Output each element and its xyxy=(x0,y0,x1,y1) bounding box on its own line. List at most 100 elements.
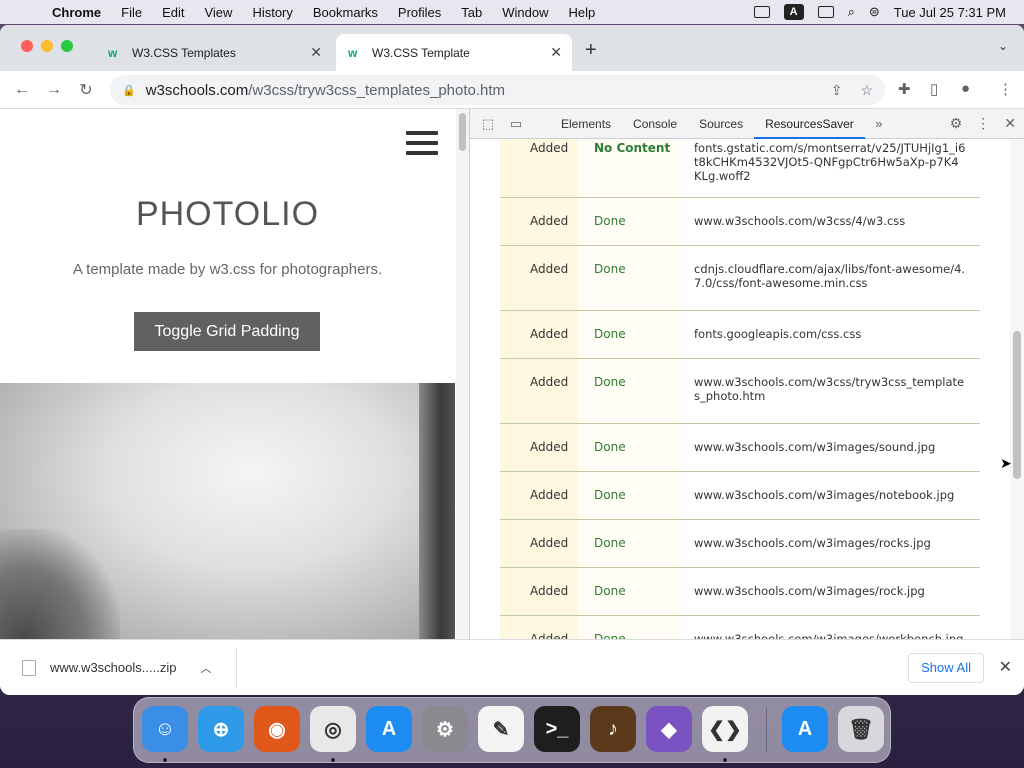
reload-icon[interactable]: ↻ xyxy=(70,80,102,100)
download-options-chevron-icon[interactable]: ︿ xyxy=(200,660,211,676)
chrome-icon[interactable]: ◎ xyxy=(310,706,356,752)
devtools-settings-gear-icon[interactable]: ⚙ xyxy=(950,115,963,132)
devtools-tab-sources[interactable]: Sources xyxy=(688,109,754,139)
resource-status: Done xyxy=(578,197,682,246)
devtools-tab-resourcessaver[interactable]: ResourcesSaver xyxy=(754,109,865,139)
tab-close-icon[interactable]: ✕ xyxy=(550,44,562,61)
devtools-scrollbar-thumb[interactable] xyxy=(1013,331,1021,479)
zip-file-icon[interactable] xyxy=(22,659,36,676)
vscode-icon[interactable]: ❮❯ xyxy=(702,706,748,752)
resource-action: Added xyxy=(500,245,578,311)
menu-file[interactable]: File xyxy=(111,5,152,20)
tab-w3css-template[interactable]: w W3.CSS Template ✕ xyxy=(336,34,572,71)
resource-url[interactable]: www.w3schools.com/w3images/workbench.jpg xyxy=(682,615,980,639)
resource-status: Done xyxy=(578,245,682,311)
input-source-icon[interactable]: A xyxy=(783,4,804,20)
resource-url[interactable]: www.w3schools.com/w3images/rock.jpg xyxy=(682,567,980,616)
resource-row[interactable]: Added Done www.w3schools.com/w3images/work… xyxy=(500,615,980,639)
show-all-button[interactable]: Show All xyxy=(908,653,984,683)
toggle-grid-padding-button[interactable]: Toggle Grid Padding xyxy=(134,312,320,351)
devtools-tab-console[interactable]: Console xyxy=(622,109,688,139)
textedit-icon[interactable]: ✎ xyxy=(478,706,524,752)
resource-row[interactable]: Added Done www.w3schools.com/w3images/note… xyxy=(500,471,980,520)
running-indicator xyxy=(723,758,727,762)
menu-help[interactable]: Help xyxy=(559,5,606,20)
tab-label: W3.CSS Template xyxy=(372,45,470,60)
resource-url[interactable]: cdnjs.cloudflare.com/ajax/libs/font-awes… xyxy=(682,245,980,311)
forward-arrow-icon[interactable]: → xyxy=(38,81,70,99)
resource-row[interactable]: Added Done www.w3schools.com/w3images/rock… xyxy=(500,567,980,616)
resource-url[interactable]: fonts.gstatic.com/s/montserrat/v25/JTUHj… xyxy=(682,139,980,198)
page-scrollbar-thumb[interactable] xyxy=(459,113,466,151)
more-tabs-chevron-icon[interactable]: » xyxy=(865,116,893,131)
resource-row[interactable]: Added Done fonts.googleapis.com/css.css xyxy=(500,310,980,359)
share-icon[interactable]: ⇪ xyxy=(831,82,843,99)
resource-row[interactable]: Added Done www.w3schools.com/w3css/4/w3.cs… xyxy=(500,197,980,246)
devtools-tab-elements[interactable]: Elements xyxy=(550,109,622,139)
menu-tab[interactable]: Tab xyxy=(451,5,492,20)
resource-row[interactable]: Added Done www.w3schools.com/w3images/rock… xyxy=(500,519,980,568)
resource-url[interactable]: www.w3schools.com/w3images/sound.jpg xyxy=(682,423,980,472)
menu-view[interactable]: View xyxy=(194,5,242,20)
devtools-more-icon[interactable]: ⋮ xyxy=(976,115,990,132)
close-window-button[interactable] xyxy=(21,40,33,52)
resource-url[interactable]: www.w3schools.com/w3images/rocks.jpg xyxy=(682,519,980,568)
menu-bookmarks[interactable]: Bookmarks xyxy=(303,5,388,20)
resource-row[interactable]: Added Done www.w3schools.com/w3css/tryw3cs… xyxy=(500,358,980,424)
page-title: PHOTOLIO xyxy=(135,195,320,233)
control-center-icon[interactable]: ⊜ xyxy=(869,4,880,20)
menu-edit[interactable]: Edit xyxy=(152,5,194,20)
menu-profiles[interactable]: Profiles xyxy=(388,5,451,20)
download-divider xyxy=(236,648,237,688)
tab-w3css-templates[interactable]: w W3.CSS Templates ✕ xyxy=(96,34,332,71)
resource-row[interactable]: Added Done cdnjs.cloudflare.com/ajax/libs/… xyxy=(500,245,980,311)
terminal-icon[interactable]: >_ xyxy=(534,706,580,752)
device-toolbar-icon[interactable]: ▭ xyxy=(502,116,530,132)
menu-app-name[interactable]: Chrome xyxy=(40,5,111,20)
menu-clock[interactable]: Tue Jul 25 7:31 PM xyxy=(894,5,1006,20)
resource-row[interactable]: Added No Content fonts.gstatic.com/s/monts… xyxy=(500,139,980,198)
menu-history[interactable]: History xyxy=(242,5,302,20)
lock-icon[interactable]: 🔒 xyxy=(122,84,136,97)
devtools-close-icon[interactable]: ✕ xyxy=(1004,115,1016,132)
system-preferences-icon[interactable]: ⚙ xyxy=(422,706,468,752)
sidebar-toggle-icon[interactable] xyxy=(753,6,770,18)
download-bar-close-icon[interactable]: ✕ xyxy=(999,657,1012,677)
resource-url[interactable]: fonts.googleapis.com/css.css xyxy=(682,310,980,359)
app-store-icon[interactable]: A xyxy=(366,706,412,752)
resource-action: Added xyxy=(500,519,578,568)
menu-window[interactable]: Window xyxy=(492,5,558,20)
extensions-puzzle-icon[interactable]: ✚ xyxy=(898,80,911,98)
tab-close-icon[interactable]: ✕ xyxy=(310,44,322,61)
address-bar[interactable]: 🔒 w3schools.com/w3css/tryw3css_templates… xyxy=(110,75,885,105)
bookmark-star-icon[interactable]: ☆ xyxy=(860,82,873,99)
resource-action: Added xyxy=(500,615,578,639)
firefox-icon[interactable]: ◉ xyxy=(254,706,300,752)
minimize-window-button[interactable] xyxy=(41,40,53,52)
chrome-menu-icon[interactable]: ⋮ xyxy=(998,80,1013,98)
inspect-element-icon[interactable]: ⬚ xyxy=(474,116,502,132)
back-arrow-icon[interactable]: ← xyxy=(6,81,38,99)
devtools-scrollbar[interactable] xyxy=(1010,139,1024,639)
resource-url[interactable]: www.w3schools.com/w3images/notebook.jpg xyxy=(682,471,980,520)
download-filename[interactable]: www.w3schools.....zip xyxy=(50,660,176,675)
page-scrollbar[interactable] xyxy=(456,109,469,639)
tab-label: W3.CSS Templates xyxy=(132,45,236,60)
resource-url[interactable]: www.w3schools.com/w3css/4/w3.css xyxy=(682,197,980,246)
app-store-2-icon[interactable]: A xyxy=(782,706,828,752)
garageband-icon[interactable]: ♪ xyxy=(590,706,636,752)
zoom-window-button[interactable] xyxy=(61,40,73,52)
hamburger-menu-icon[interactable] xyxy=(406,131,438,161)
resource-url[interactable]: www.w3schools.com/w3css/tryw3css_templat… xyxy=(682,358,980,424)
safari-icon[interactable]: ⊕ xyxy=(198,706,244,752)
trash-icon[interactable]: 🗑 xyxy=(838,706,884,752)
screen-mirroring-icon[interactable] xyxy=(817,6,834,18)
side-panel-icon[interactable]: ▯ xyxy=(930,80,938,98)
tab-search-chevron-icon[interactable]: ⌄ xyxy=(998,39,1008,53)
spotlight-search-icon[interactable]: ⌕ xyxy=(848,4,855,20)
visual-studio-icon[interactable]: ◆ xyxy=(646,706,692,752)
profile-avatar-icon[interactable]: ● xyxy=(961,80,970,97)
finder-icon[interactable]: ☺ xyxy=(142,706,188,752)
resource-row[interactable]: Added Done www.w3schools.com/w3images/soun… xyxy=(500,423,980,472)
new-tab-icon[interactable]: + xyxy=(585,39,597,62)
